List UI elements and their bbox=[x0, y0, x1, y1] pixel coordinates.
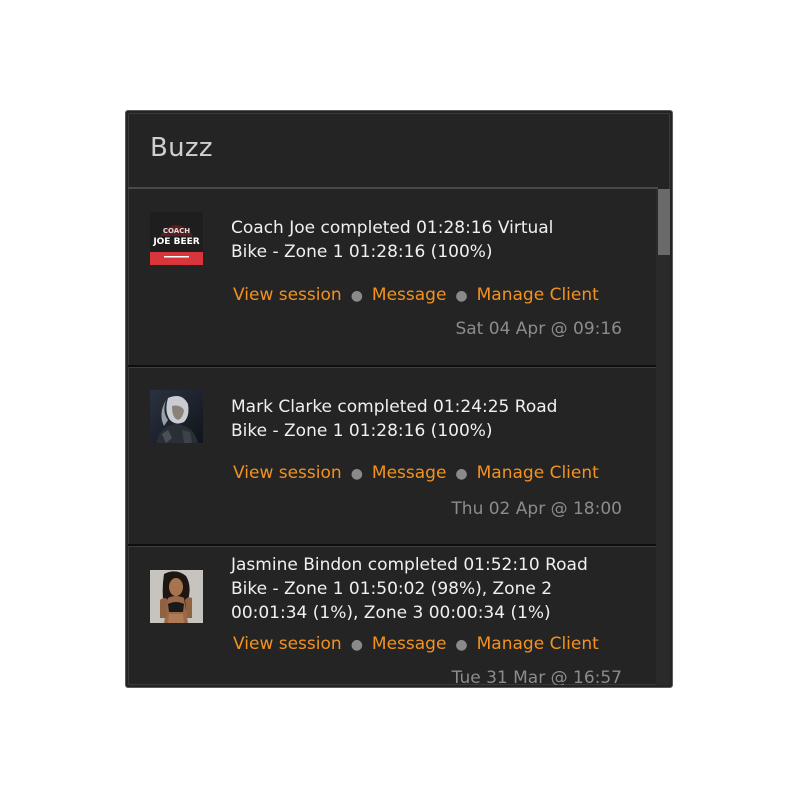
activity-summary: Coach Joe completed 01:28:16 Virtual Bik… bbox=[231, 218, 554, 262]
feed-item: Mark Clarke completed 01:24:25 Road Bike… bbox=[128, 368, 658, 544]
view-session-link[interactable]: View session bbox=[233, 463, 342, 483]
avatar[interactable] bbox=[150, 570, 203, 623]
avatar[interactable]: COACH JOE BEER bbox=[150, 212, 203, 265]
action-links: View session ● Message ● Manage Client bbox=[233, 632, 599, 657]
scrollbar-thumb[interactable] bbox=[658, 189, 670, 255]
avatar[interactable] bbox=[150, 390, 203, 443]
coach-joe-logo-icon: COACH JOE BEER bbox=[150, 212, 203, 265]
manage-client-link[interactable]: Manage Client bbox=[477, 285, 599, 305]
avatar-logo-top-text: COACH bbox=[163, 227, 190, 235]
panel-title: Buzz bbox=[150, 133, 213, 163]
message-link[interactable]: Message bbox=[372, 634, 447, 654]
separator-dot: ● bbox=[455, 637, 468, 653]
view-session-link[interactable]: View session bbox=[233, 285, 342, 305]
action-links: View session ● Message ● Manage Client bbox=[233, 283, 599, 308]
separator-dot: ● bbox=[350, 466, 363, 482]
feed-item: COACH JOE BEER Coach Joe completed 01:28… bbox=[128, 189, 658, 365]
manage-client-link[interactable]: Manage Client bbox=[477, 463, 599, 483]
avatar-logo-main-text: JOE BEER bbox=[152, 237, 199, 247]
separator-dot: ● bbox=[350, 288, 363, 304]
timestamp: Tue 31 Mar @ 16:57 bbox=[451, 668, 622, 685]
manage-client-link[interactable]: Manage Client bbox=[477, 634, 599, 654]
activity-summary: Mark Clarke completed 01:24:25 Road Bike… bbox=[231, 397, 558, 441]
separator-dot: ● bbox=[455, 466, 468, 482]
activity-summary: Jasmine Bindon completed 01:52:10 Road B… bbox=[231, 555, 588, 623]
message-link[interactable]: Message bbox=[372, 463, 447, 483]
message-link[interactable]: Message bbox=[372, 285, 447, 305]
separator-dot: ● bbox=[455, 288, 468, 304]
separator-dot: ● bbox=[350, 637, 363, 653]
timestamp: Sat 04 Apr @ 09:16 bbox=[455, 319, 622, 339]
activity-feed[interactable]: COACH JOE BEER Coach Joe completed 01:28… bbox=[128, 189, 658, 685]
feed-item: Jasmine Bindon completed 01:52:10 Road B… bbox=[128, 547, 658, 685]
action-links: View session ● Message ● Manage Client bbox=[233, 461, 599, 486]
feed-scrollbar[interactable] bbox=[656, 189, 670, 685]
view-session-link[interactable]: View session bbox=[233, 634, 342, 654]
buzz-panel: Buzz COACH JOE BEER Coach Joe completed … bbox=[125, 110, 673, 688]
user-portrait-icon bbox=[150, 570, 203, 623]
timestamp: Thu 02 Apr @ 18:00 bbox=[451, 499, 622, 519]
user-portrait-icon bbox=[150, 390, 203, 443]
